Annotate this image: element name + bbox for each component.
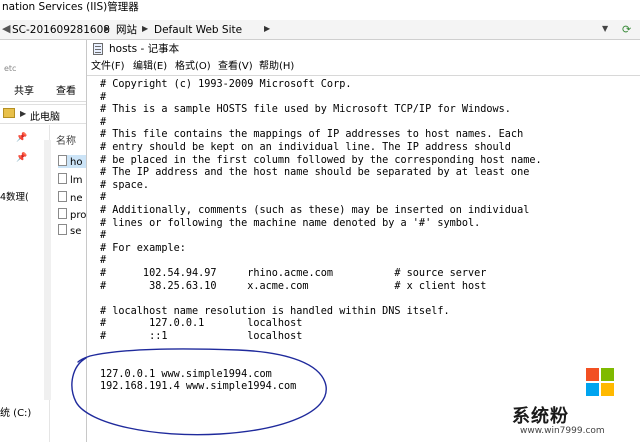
iis-window-title: nation Services (IIS)管理器 [0,0,640,14]
path-this-pc[interactable]: 此电脑 [30,108,60,123]
logo-square-icon [586,383,599,396]
chevron-down-icon[interactable]: ▼ [602,24,608,33]
file-icon [58,191,67,202]
file-item[interactable]: lm [58,173,83,186]
menu-format[interactable]: 格式(O) [175,60,211,74]
file-icon [58,224,67,235]
iis-address-bar[interactable]: ◀ SC-201609281608 ▶ 网站 ▶ Default Web Sit… [0,20,640,40]
refresh-icon[interactable]: ⟳ [622,23,638,37]
notepad-window: hosts - 记事本 文件(F) 编辑(E) 格式(O) 查看(V) 帮助(H… [86,40,640,442]
breadcrumb-separator-icon[interactable]: ▶ [104,24,110,33]
file-icon [58,208,67,219]
chevron-right-icon[interactable]: ▶ [20,109,26,118]
file-name: ho [70,157,83,168]
back-arrow-icon[interactable]: ◀ [2,22,10,35]
watermark-brand: 系统粉 [512,406,569,427]
breadcrumb-separator-icon[interactable]: ▶ [264,24,270,33]
explorer-path-bar[interactable]: ▶ 此电脑 [0,104,86,124]
pin-icon[interactable]: 📌 [16,153,27,163]
notepad-icon [93,43,103,55]
breadcrumb-sites[interactable]: 网站 [116,23,137,37]
file-item[interactable]: pro [58,208,86,221]
nav-item-label[interactable]: 4数理( [0,189,29,203]
folder-icon [3,108,15,118]
file-name: ne [70,193,83,204]
ribbon-tab-share[interactable]: 共享 [14,82,34,97]
file-name: se [70,226,82,237]
hosts-file-content[interactable]: # Copyright (c) 1993-2009 Microsoft Corp… [100,79,542,394]
menu-view[interactable]: 查看(V) [218,60,253,74]
file-icon [58,155,67,166]
logo-square-icon [601,383,614,396]
nav-scrollbar[interactable] [44,140,51,400]
file-item[interactable]: ho [58,155,86,168]
file-explorer-window: etc 共享 查看 ▶ 此电脑 📌 📌 4数理( 名称 ho lm ne pro… [0,40,86,442]
file-name: lm [70,175,83,186]
menu-file[interactable]: 文件(F) [91,60,125,74]
menu-help[interactable]: 帮助(H) [259,60,294,74]
logo-square-icon [601,368,614,381]
notepad-menu-bar: 文件(F) 编辑(E) 格式(O) 查看(V) 帮助(H) [87,59,640,75]
breadcrumb-default-web-site[interactable]: Default Web Site [154,23,242,37]
menu-edit[interactable]: 编辑(E) [133,60,167,74]
explorer-title: etc [4,64,17,73]
breadcrumb-server[interactable]: SC-201609281608 [12,23,110,37]
column-header-name[interactable]: 名称 [56,132,76,147]
notepad-title: hosts - 记事本 [109,43,180,55]
notepad-title-bar[interactable]: hosts - 记事本 [87,40,640,58]
breadcrumb-separator-icon[interactable]: ▶ [142,24,148,33]
pin-icon[interactable]: 📌 [16,133,27,143]
ribbon-divider [0,101,86,102]
ribbon-tab-view[interactable]: 查看 [56,82,76,97]
file-name: pro [70,210,87,221]
watermark-url: www.win7999.com [520,426,605,436]
drive-c-item[interactable]: 统 (C:) [0,404,31,419]
notepad-text-area[interactable]: # Copyright (c) 1993-2009 Microsoft Corp… [87,75,640,442]
file-item[interactable]: ne [58,191,83,204]
logo-square-icon [586,368,599,381]
navigation-pane: 📌 📌 4数理( [0,125,50,442]
file-item[interactable]: se [58,224,81,237]
file-icon [58,173,67,184]
